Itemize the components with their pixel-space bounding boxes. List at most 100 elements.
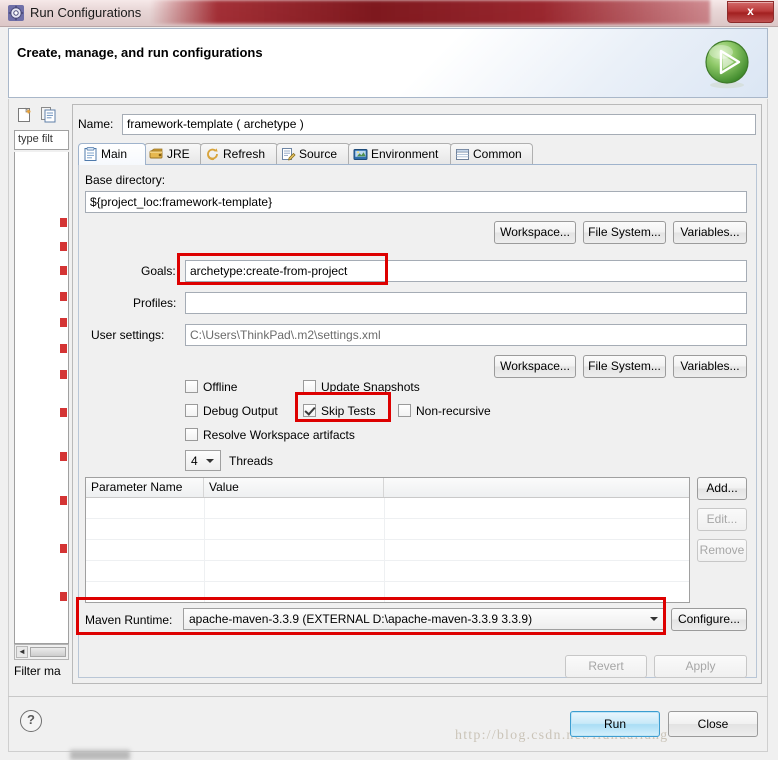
configuration-editor: Name: framework-template ( archetype ) M…	[72, 104, 762, 684]
base-directory-workspace-button[interactable]: Workspace...	[494, 221, 576, 244]
threads-combo[interactable]: 4	[185, 450, 221, 471]
user-settings-workspace-button[interactable]: Workspace...	[494, 355, 576, 378]
profiles-input[interactable]	[185, 292, 747, 314]
run-configurations-dialog: Run Configurations x Create, manage, and…	[0, 0, 778, 760]
debug-output-checkbox-box[interactable]	[185, 404, 198, 417]
configurations-tree[interactable]	[14, 152, 69, 644]
table-row[interactable]	[86, 582, 689, 602]
apply-button[interactable]: Apply	[654, 655, 747, 678]
dialog-header: Create, manage, and run configurations	[8, 28, 768, 98]
user-settings-input[interactable]: C:\Users\ThinkPad\.m2\settings.xml	[185, 324, 747, 346]
page-title: Create, manage, and run configurations	[17, 45, 263, 60]
sidebar-horizontal-scrollbar[interactable]: ◄	[14, 644, 69, 660]
base-directory-input[interactable]: ${project_loc:framework-template}	[85, 191, 747, 213]
threads-label: Threads	[229, 454, 274, 468]
skip-tests-checkbox[interactable]: Skip Tests	[303, 404, 375, 418]
maven-runtime-label: Maven Runtime:	[85, 613, 173, 627]
tab-source[interactable]: Source	[276, 143, 350, 165]
non-recursive-checkbox[interactable]: Non-recursive	[398, 404, 491, 418]
add-parameter-button[interactable]: Add...	[697, 477, 747, 500]
update-snapshots-checkbox-label: Update Snapshots	[321, 380, 420, 394]
name-label: Name:	[78, 117, 114, 131]
update-snapshots-checkbox-box[interactable]	[303, 380, 316, 393]
table-row[interactable]	[86, 519, 689, 540]
filter-matched-status: Filter ma	[14, 664, 61, 678]
run-config-gear-icon	[8, 5, 24, 21]
tree-red-mark	[60, 544, 67, 553]
tab-refresh-label: Refresh	[223, 147, 266, 161]
resolve-workspace-artifacts-checkbox-label: Resolve Workspace artifacts	[203, 428, 355, 442]
threads-combo-value: 4	[191, 454, 198, 468]
tree-red-mark	[60, 452, 67, 461]
filter-input[interactable]: type filt	[14, 130, 69, 150]
chevron-down-icon	[206, 458, 214, 463]
name-input[interactable]: framework-template ( archetype )	[122, 114, 756, 135]
chevron-down-icon	[650, 617, 658, 621]
user-settings-variables-button[interactable]: Variables...	[673, 355, 747, 378]
configurations-sidebar: type filt ◄ Filter ma	[14, 104, 69, 684]
tab-bar: Main JRE Refresh Source Environment Comm…	[78, 143, 757, 165]
column-value[interactable]: Value	[204, 478, 384, 497]
blurred-artifact	[70, 750, 130, 760]
tree-red-mark	[60, 592, 67, 601]
tree-red-mark	[60, 344, 67, 353]
update-snapshots-checkbox[interactable]: Update Snapshots	[303, 380, 420, 394]
column-parameter-name[interactable]: Parameter Name	[86, 478, 204, 497]
common-tab-icon	[455, 147, 470, 162]
scroll-left-arrow-icon[interactable]: ◄	[16, 646, 28, 658]
source-tab-icon	[281, 147, 296, 162]
user-settings-file-system-button[interactable]: File System...	[583, 355, 666, 378]
scrollbar-thumb[interactable]	[30, 647, 66, 657]
run-button[interactable]: Run	[570, 711, 660, 737]
base-directory-file-system-button[interactable]: File System...	[583, 221, 666, 244]
parameters-table[interactable]: Parameter Name Value	[85, 477, 690, 603]
tree-red-mark	[60, 292, 67, 301]
close-button[interactable]: Close	[668, 711, 758, 737]
redacted-text	[178, 4, 182, 16]
skip-tests-checkbox-box[interactable]	[303, 404, 316, 417]
table-row[interactable]	[86, 561, 689, 582]
revert-button[interactable]: Revert	[565, 655, 647, 678]
offline-checkbox-label: Offline	[203, 380, 238, 394]
maven-runtime-value: apache-maven-3.3.9 (EXTERNAL D:\apache-m…	[189, 612, 533, 626]
close-window-button[interactable]: x	[727, 1, 774, 23]
help-button[interactable]: ?	[20, 710, 42, 732]
resolve-workspace-artifacts-checkbox-box[interactable]	[185, 428, 198, 441]
debug-output-checkbox[interactable]: Debug Output	[185, 404, 278, 418]
base-directory-variables-button[interactable]: Variables...	[673, 221, 747, 244]
goals-label: Goals:	[141, 264, 176, 278]
tab-refresh[interactable]: Refresh	[200, 143, 278, 165]
tab-common-label: Common	[473, 147, 522, 161]
base-directory-label: Base directory:	[85, 173, 166, 187]
tab-main[interactable]: Main	[78, 143, 146, 165]
offline-checkbox[interactable]: Offline	[185, 380, 237, 394]
tab-environment[interactable]: Environment	[348, 143, 452, 165]
tree-red-mark	[60, 496, 67, 505]
tree-red-mark	[60, 370, 67, 379]
resolve-workspace-artifacts-checkbox[interactable]: Resolve Workspace artifacts	[185, 428, 355, 442]
debug-output-checkbox-label: Debug Output	[203, 404, 278, 418]
remove-parameter-button[interactable]: Remove	[697, 539, 747, 562]
skip-tests-checkbox-label: Skip Tests	[321, 404, 376, 418]
tab-common[interactable]: Common	[450, 143, 533, 165]
table-row[interactable]	[86, 498, 689, 519]
tree-red-mark	[60, 408, 67, 417]
configure-maven-runtime-button[interactable]: Configure...	[671, 608, 747, 631]
new-launch-configuration-icon[interactable]	[16, 106, 34, 124]
main-tab-panel: Base directory: ${project_loc:framework-…	[78, 165, 757, 678]
tab-jre[interactable]: JRE	[144, 143, 202, 165]
edit-parameter-button[interactable]: Edit...	[697, 508, 747, 531]
non-recursive-checkbox-box[interactable]	[398, 404, 411, 417]
tab-jre-label: JRE	[167, 147, 190, 161]
offline-checkbox-box[interactable]	[185, 380, 198, 393]
profiles-label: Profiles:	[133, 296, 177, 310]
tab-environment-label: Environment	[371, 147, 439, 161]
maven-runtime-combo[interactable]: apache-maven-3.3.9 (EXTERNAL D:\apache-m…	[183, 608, 665, 630]
goals-input[interactable]: archetype:create-from-project	[185, 260, 747, 282]
duplicate-configuration-icon[interactable]	[40, 106, 58, 124]
table-row[interactable]	[86, 540, 689, 561]
tree-red-mark	[60, 242, 67, 251]
column-extra[interactable]	[384, 478, 689, 497]
tab-main-label: Main	[101, 147, 128, 161]
main-tab-icon	[83, 147, 98, 162]
